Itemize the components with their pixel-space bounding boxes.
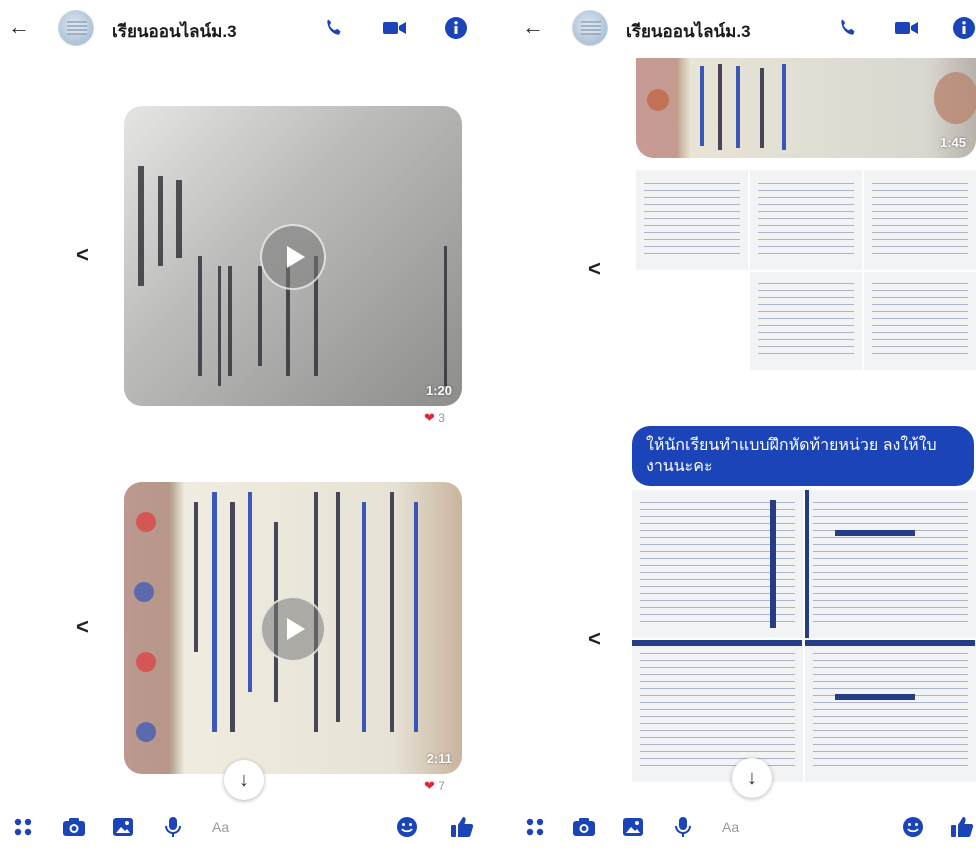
arrow-left-icon[interactable]: ←: [522, 16, 544, 38]
reaction-badge[interactable]: ❤ 7: [424, 778, 445, 794]
scroll-down-button[interactable]: ↓: [732, 758, 772, 798]
gallery-icon[interactable]: [622, 816, 644, 838]
image-thumbnail[interactable]: [636, 170, 748, 270]
heart-icon: ❤: [424, 778, 435, 793]
image-thumbnail[interactable]: [805, 490, 976, 638]
video-camera-icon[interactable]: [894, 16, 918, 40]
timestamp: [184, 72, 187, 83]
image-grid-1[interactable]: [636, 170, 976, 370]
message-composer: Aa: [512, 804, 976, 850]
info-icon[interactable]: [444, 16, 468, 40]
camera-icon[interactable]: [572, 816, 595, 838]
chat-pane-left: ← เรียนออนไลน์ม.3 1:20 < ❤ 3 2:11 < ↓ ❤ …: [0, 0, 488, 850]
image-grid-2[interactable]: [632, 490, 976, 782]
scroll-down-button[interactable]: ↓: [224, 760, 264, 800]
reaction-badge[interactable]: ❤ 3: [424, 410, 445, 426]
heart-icon: ❤: [424, 410, 435, 425]
apps-icon[interactable]: [524, 816, 546, 838]
chat-title[interactable]: เรียนออนไลน์ม.3: [626, 18, 751, 45]
video-frame-notes: [636, 58, 976, 158]
emoji-icon[interactable]: [902, 816, 924, 838]
message-input[interactable]: Aa: [722, 819, 739, 835]
play-button[interactable]: [260, 224, 326, 290]
phone-icon[interactable]: [836, 16, 860, 40]
reaction-count: 3: [438, 411, 445, 425]
image-thumbnail[interactable]: [632, 640, 803, 782]
apps-icon[interactable]: [12, 816, 34, 838]
arrow-left-icon[interactable]: ←: [8, 16, 30, 38]
chat-header: ← เรียนออนไลน์ม.3: [0, 0, 488, 56]
avatar[interactable]: [58, 10, 94, 46]
gallery-icon[interactable]: [112, 816, 134, 838]
timestamp: [310, 458, 313, 469]
microphone-icon[interactable]: [162, 816, 184, 838]
share-icon[interactable]: <: [76, 614, 89, 640]
chat-pane-right: ← เรียนออนไลน์ม.3 1:45 < ให้นักเรียนทำแบ…: [512, 0, 976, 850]
image-thumbnail[interactable]: [750, 170, 862, 270]
phone-icon[interactable]: [322, 16, 346, 40]
video-duration: 2:11: [426, 751, 452, 766]
image-thumbnail[interactable]: [864, 272, 976, 370]
grid-spacer: [636, 272, 748, 370]
share-icon[interactable]: <: [588, 256, 601, 282]
image-thumbnail[interactable]: [750, 272, 862, 370]
share-icon[interactable]: <: [76, 242, 89, 268]
timestamp: [822, 388, 825, 399]
avatar[interactable]: [572, 10, 608, 46]
image-thumbnail[interactable]: [632, 490, 803, 638]
message-bubble[interactable]: ให้นักเรียนทำแบบฝึกหัดท้ายหน่วย ลงให้ใบง…: [632, 426, 974, 486]
thumbs-up-icon[interactable]: [950, 816, 974, 838]
message-composer: Aa: [0, 804, 488, 850]
thumbs-up-icon[interactable]: [450, 816, 474, 838]
message-input[interactable]: Aa: [212, 819, 229, 835]
camera-icon[interactable]: [62, 816, 85, 838]
image-thumbnail[interactable]: [864, 170, 976, 270]
video-duration: 1:45: [939, 135, 966, 150]
microphone-icon[interactable]: [672, 816, 694, 838]
video-camera-icon[interactable]: [382, 16, 406, 40]
play-button[interactable]: [260, 596, 326, 662]
video-message-3[interactable]: 1:45: [636, 58, 976, 158]
video-duration: 1:20: [425, 383, 452, 398]
video-message-1[interactable]: 1:20: [124, 106, 462, 406]
reaction-count: 7: [438, 779, 445, 793]
image-thumbnail[interactable]: [805, 640, 976, 782]
emoji-icon[interactable]: [396, 816, 418, 838]
video-message-2[interactable]: 2:11: [124, 482, 462, 774]
chat-title[interactable]: เรียนออนไลน์ม.3: [112, 18, 237, 45]
share-icon[interactable]: <: [588, 626, 601, 652]
chat-header: ← เรียนออนไลน์ม.3: [512, 0, 976, 56]
info-icon[interactable]: [952, 16, 976, 40]
